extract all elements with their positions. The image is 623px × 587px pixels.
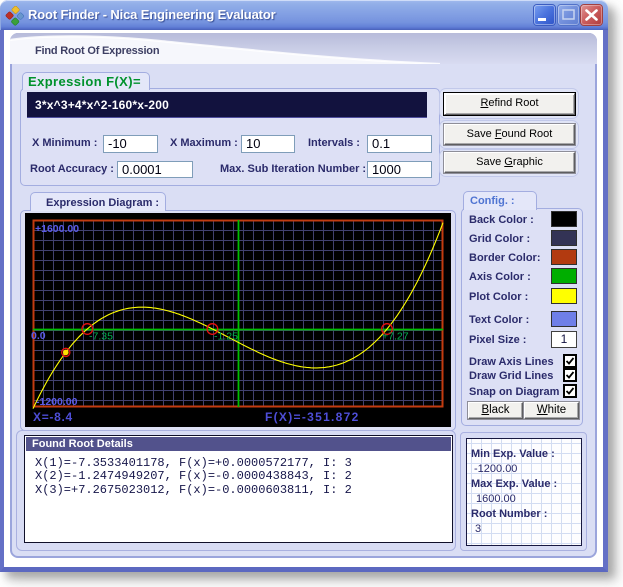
svg-text:F(X)=-351.872: F(X)=-351.872: [265, 410, 360, 424]
svg-text:X=-8.4: X=-8.4: [33, 410, 73, 424]
svg-text:0.0: 0.0: [31, 330, 46, 342]
svg-text:-1200.00: -1200.00: [36, 396, 78, 408]
svg-text:+7.27: +7.27: [382, 331, 409, 343]
svg-text:+1600.00: +1600.00: [35, 223, 79, 235]
svg-text:-1.25: -1.25: [214, 331, 238, 343]
svg-text:-7.35: -7.35: [89, 331, 113, 343]
